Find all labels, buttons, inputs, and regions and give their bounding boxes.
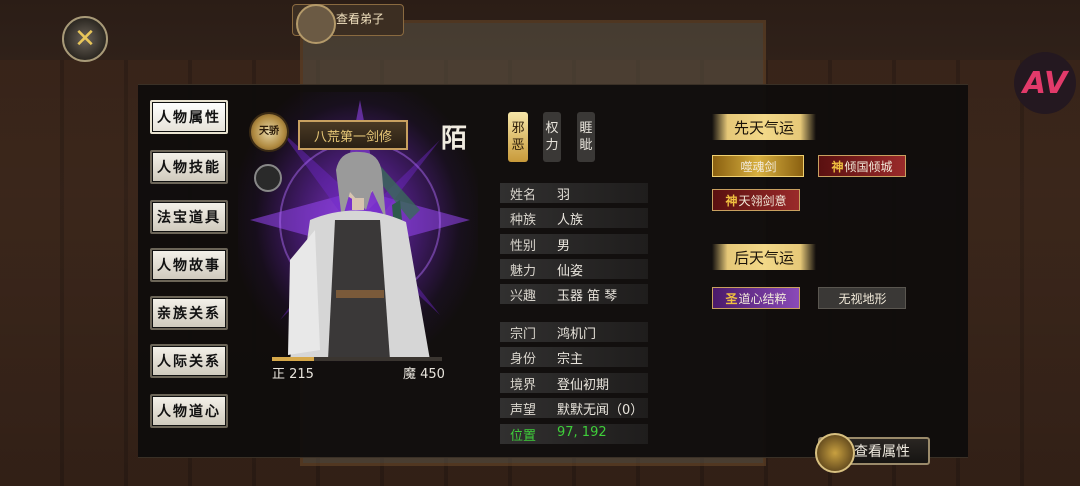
app-logo-icon: AV [1014,52,1076,114]
close-icon: ✕ [74,24,96,54]
character-surname: 陌 [441,124,468,154]
sidebar-item-relations[interactable]: 人际关系 [150,344,228,378]
acquired-fortune-heading: 后天气运 [712,244,816,270]
innate-trait-3[interactable]: 神天翎剑意 [712,189,800,211]
info-label: 宗门 [510,327,537,342]
info-value: 宗主 [557,352,584,367]
innate-trait-2[interactable]: 神倾国倾城 [818,155,906,177]
close-button[interactable]: ✕ [62,16,108,62]
info-label: 种族 [510,213,537,228]
info-value: 登仙初期 [557,378,610,393]
title-plate: 八荒第一剑修 [298,120,408,150]
alignment-bar-fill [272,357,315,361]
info-value: 玉器 笛 琴 [557,289,618,304]
acquired-trait-1[interactable]: 圣道心结粹 [712,287,800,309]
sidebar-item-items[interactable]: 法宝道具 [150,200,228,234]
info-value: 人族 [557,213,584,228]
tag-power[interactable]: 权力 [543,112,561,162]
info-value: 鸿机门 [557,327,597,342]
acquired-trait-2[interactable]: 无视地形 [818,287,906,309]
info-value: 仙姿 [557,264,584,279]
info-label: 身份 [510,352,537,367]
info-label: 魅力 [510,264,537,279]
demonic-stat: 魔 450 [403,367,445,382]
info-label: 性别 [510,239,537,254]
tag-vengeful[interactable]: 睚眦 [577,112,595,162]
sidebar-item-story[interactable]: 人物故事 [150,248,228,282]
alignment-bar [272,357,442,361]
disciple-avatar-icon [296,4,336,44]
sidebar-item-family[interactable]: 亲族关系 [150,296,228,330]
attributes-icon [815,433,855,473]
info-value: 97, 192 [557,425,607,440]
innate-fortune-heading: 先天气运 [712,114,816,140]
info-label: 兴趣 [510,289,537,304]
character-portrait [288,151,430,360]
info-label: 境界 [510,378,537,393]
sidebar-item-skills[interactable]: 人物技能 [150,150,228,184]
info-value: 羽 [557,188,571,203]
info-value: 男 [557,239,571,254]
info-label: 姓名 [510,188,537,203]
info-label: 位置 [510,429,537,444]
info-value: 默默无闻（0） [557,403,644,418]
tab-title: 查看弟子 [336,12,385,26]
righteous-stat: 正 215 [272,367,314,382]
tag-evil[interactable]: 邪恶 [508,112,528,162]
sidebar-item-attributes[interactable]: 人物属性 [150,100,228,134]
rank-badge: 天骄 [249,112,289,152]
innate-trait-1[interactable]: 噬魂剑 [712,155,804,177]
info-label: 声望 [510,403,537,418]
sidebar-item-dao-heart[interactable]: 人物道心 [150,394,228,428]
search-icon[interactable] [254,164,282,192]
